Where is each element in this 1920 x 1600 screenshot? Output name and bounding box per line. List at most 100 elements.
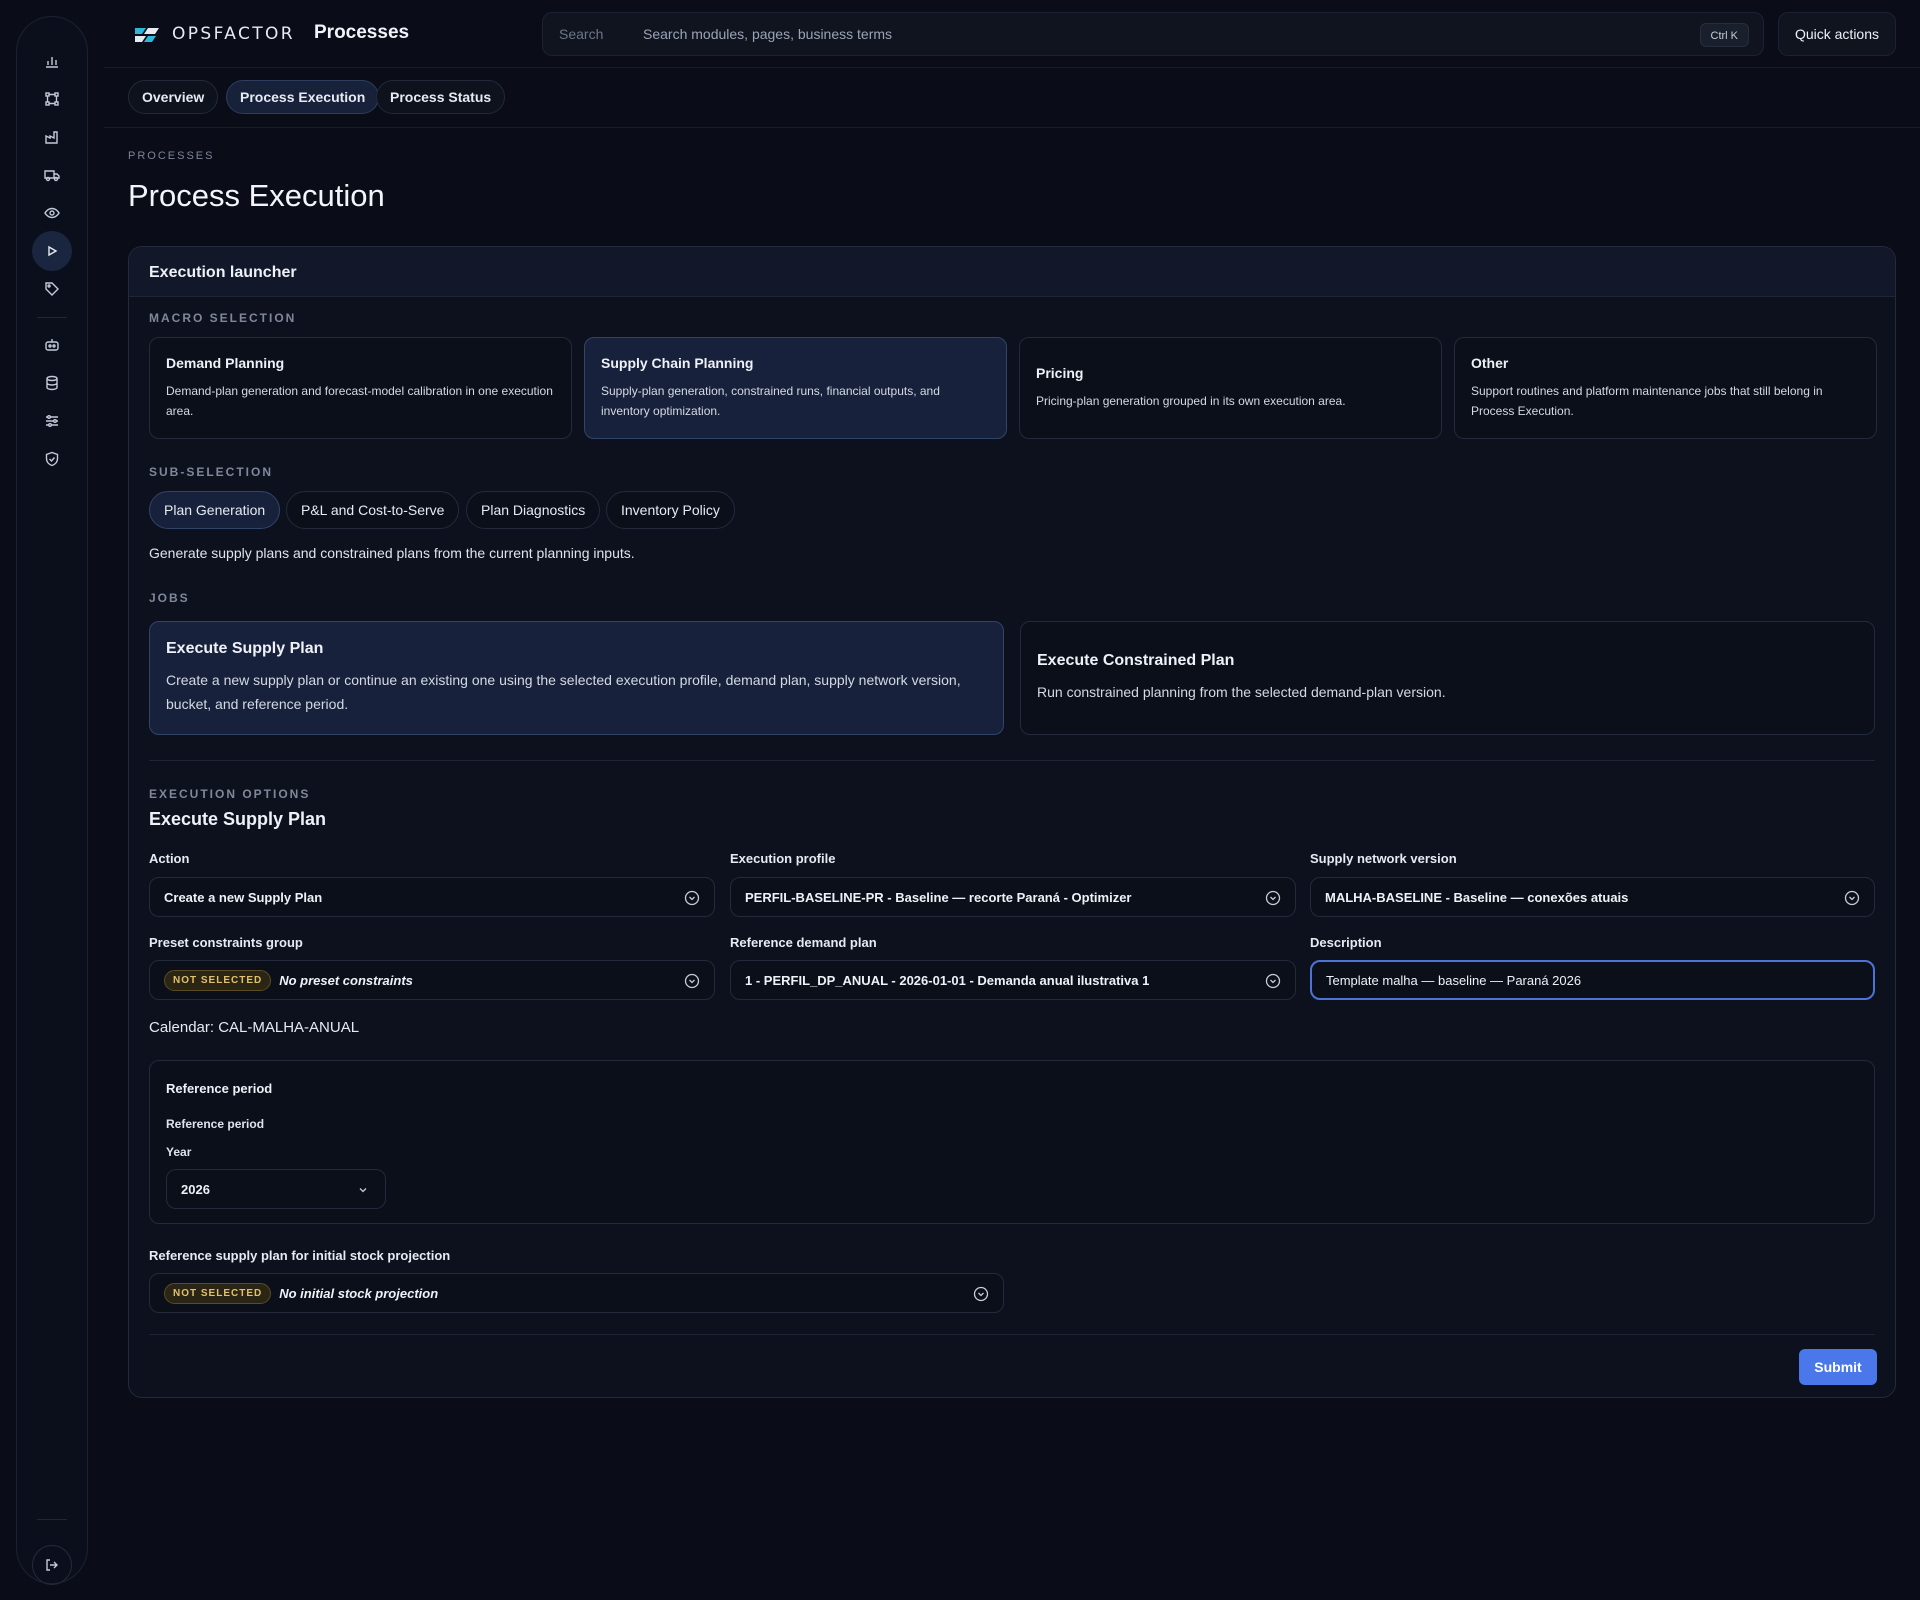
reference-demand-plan-label: Reference demand plan	[730, 935, 877, 950]
truck-icon[interactable]	[32, 155, 72, 195]
year-select[interactable]: 2026	[166, 1169, 386, 1209]
execution-launcher-panel: Execution launcher MACRO SELECTION Deman…	[128, 246, 1896, 1398]
chevron-down-icon	[359, 1188, 367, 1193]
year-label: Year	[166, 1145, 192, 1159]
macro-desc: Support routines and platform maintenanc…	[1471, 384, 1823, 418]
reference-period-title: Reference period	[166, 1081, 273, 1096]
reference-demand-plan-select[interactable]: 1 - PERFIL_DP_ANUAL - 2026-01-01 - Deman…	[730, 960, 1296, 1000]
chevron-down-icon	[1265, 973, 1281, 989]
year-value: 2026	[181, 1181, 210, 1197]
execution-options-title: Execute Supply Plan	[149, 809, 327, 829]
chart-bar-icon[interactable]	[32, 41, 72, 81]
divider	[149, 1334, 1875, 1335]
eye-icon[interactable]	[32, 193, 72, 233]
submit-button[interactable]: Submit	[1799, 1349, 1877, 1385]
quick-actions-button[interactable]: Quick actions	[1778, 12, 1896, 56]
sub-selection-label: SUB-SELECTION	[149, 465, 274, 479]
sub-selection-description: Generate supply plans and constrained pl…	[149, 545, 635, 561]
macro-desc: Pricing-plan generation grouped in its o…	[1036, 394, 1346, 408]
action-value: Create a new Supply Plan	[164, 889, 323, 905]
action-label: Action	[149, 851, 190, 866]
supply-network-label: Supply network version	[1310, 851, 1457, 866]
supply-network-select[interactable]: MALHA-BASELINE - Baseline — conexões atu…	[1310, 877, 1875, 917]
job-desc: Create a new supply plan or continue an …	[166, 672, 961, 712]
macro-desc: Demand-plan generation and forecast-mode…	[166, 384, 553, 418]
job-title: Execute Supply Plan	[166, 640, 324, 657]
sub-chip-pl-cost-to-serve[interactable]: P&L and Cost-to-Serve	[286, 491, 460, 529]
tab-overview[interactable]: Overview	[128, 80, 219, 114]
job-card-execute-constrained-plan[interactable]: Execute Constrained Plan Run constrained…	[1020, 621, 1875, 735]
logout-icon[interactable]	[32, 1545, 72, 1585]
sub-chip-plan-diagnostics[interactable]: Plan Diagnostics	[466, 491, 601, 529]
panel-header: Execution launcher	[129, 247, 1895, 297]
supply-network-value: MALHA-BASELINE - Baseline — conexões atu…	[1325, 889, 1629, 905]
macro-title: Demand Planning	[166, 355, 285, 371]
shortcut-badge: Ctrl K	[1699, 23, 1749, 47]
top-bar: OPSFACTOR Processes Search Search module…	[104, 0, 1920, 68]
logo-mark-icon	[135, 28, 159, 42]
page-title: Process Execution	[128, 178, 385, 213]
execution-profile-label: Execution profile	[730, 851, 836, 866]
macro-card-other[interactable]: Other Support routines and platform main…	[1454, 337, 1877, 439]
network-icon[interactable]	[32, 79, 72, 119]
macro-title: Pricing	[1036, 365, 1084, 381]
chevron-down-icon	[973, 1286, 989, 1302]
job-title: Execute Constrained Plan	[1037, 652, 1235, 669]
chevron-down-icon	[684, 890, 700, 906]
tab-bar: Overview Process Execution Process Statu…	[104, 68, 1920, 128]
tab-process-status[interactable]: Process Status	[376, 80, 506, 114]
chevron-down-icon	[1265, 890, 1281, 906]
macro-card-supply-chain-planning[interactable]: Supply Chain Planning Supply-plan genera…	[584, 337, 1007, 439]
reference-period-subtitle: Reference period	[166, 1117, 265, 1131]
macro-title: Other	[1471, 355, 1509, 371]
chevron-down-icon	[1844, 890, 1860, 906]
brand-name: OPSFACTOR	[172, 24, 296, 44]
search-input[interactable]: Search Search modules, pages, business t…	[542, 12, 1764, 56]
job-desc: Run constrained planning from the select…	[1037, 684, 1446, 700]
not-selected-badge: NOT SELECTED	[164, 1282, 272, 1304]
execution-profile-value: PERFIL-BASELINE-PR - Baseline — recorte …	[745, 889, 1132, 905]
job-card-execute-supply-plan[interactable]: Execute Supply Plan Create a new supply …	[149, 621, 1004, 735]
not-selected-badge: NOT SELECTED	[164, 969, 272, 991]
reference-demand-plan-value: 1 - PERFIL_DP_ANUAL - 2026-01-01 - Deman…	[745, 972, 1150, 988]
stock-projection-select[interactable]: NOT SELECTED No initial stock projection	[149, 1273, 1004, 1313]
shield-icon[interactable]	[32, 439, 72, 479]
macro-desc: Supply-plan generation, constrained runs…	[601, 384, 940, 418]
description-label: Description	[1310, 935, 1382, 950]
macro-card-pricing[interactable]: Pricing Pricing-plan generation grouped …	[1019, 337, 1442, 439]
stock-projection-value: No initial stock projection	[279, 1285, 439, 1301]
section-title: Processes	[314, 22, 410, 43]
database-icon[interactable]	[32, 363, 72, 403]
jobs-label: JOBS	[149, 591, 190, 605]
execution-profile-select[interactable]: PERFIL-BASELINE-PR - Baseline — recorte …	[730, 877, 1296, 917]
search-placeholder: Search modules, pages, business terms	[643, 26, 893, 42]
breadcrumb: PROCESSES	[128, 150, 215, 162]
description-value: Template malha — baseline — Paraná 2026	[1326, 972, 1582, 988]
calendar-text: Calendar: CAL-MALHA-ANUAL	[149, 1019, 360, 1036]
macro-selection-label: MACRO SELECTION	[149, 311, 297, 325]
tag-icon[interactable]	[32, 269, 72, 309]
preset-constraints-select[interactable]: NOT SELECTED No preset constraints	[149, 960, 715, 1000]
sidebar-divider	[37, 1519, 67, 1520]
robot-icon[interactable]	[32, 325, 72, 365]
search-label: Search	[559, 26, 604, 42]
description-input[interactable]: Template malha — baseline — Paraná 2026	[1310, 960, 1875, 1000]
preset-constraints-label: Preset constraints group	[149, 935, 303, 950]
preset-constraints-value: No preset constraints	[279, 972, 413, 988]
macro-card-demand-planning[interactable]: Demand Planning Demand-plan generation a…	[149, 337, 572, 439]
macro-title: Supply Chain Planning	[601, 355, 754, 371]
brand-logo[interactable]: OPSFACTOR	[132, 22, 295, 46]
tab-process-execution[interactable]: Process Execution	[226, 80, 380, 114]
execution-options-label: EXECUTION OPTIONS	[149, 787, 311, 801]
sub-chip-inventory-policy[interactable]: Inventory Policy	[606, 491, 735, 529]
sidebar	[16, 16, 88, 1585]
stock-projection-label: Reference supply plan for initial stock …	[149, 1248, 451, 1263]
sidebar-divider	[37, 317, 67, 318]
sub-chip-plan-generation[interactable]: Plan Generation	[149, 491, 281, 529]
factory-icon[interactable]	[32, 117, 72, 157]
chevron-down-icon	[684, 973, 700, 989]
play-icon[interactable]	[32, 231, 72, 271]
reference-period-box: Reference period Reference period Year 2…	[149, 1060, 1875, 1224]
action-select[interactable]: Create a new Supply Plan	[149, 877, 715, 917]
sliders-icon[interactable]	[32, 401, 72, 441]
